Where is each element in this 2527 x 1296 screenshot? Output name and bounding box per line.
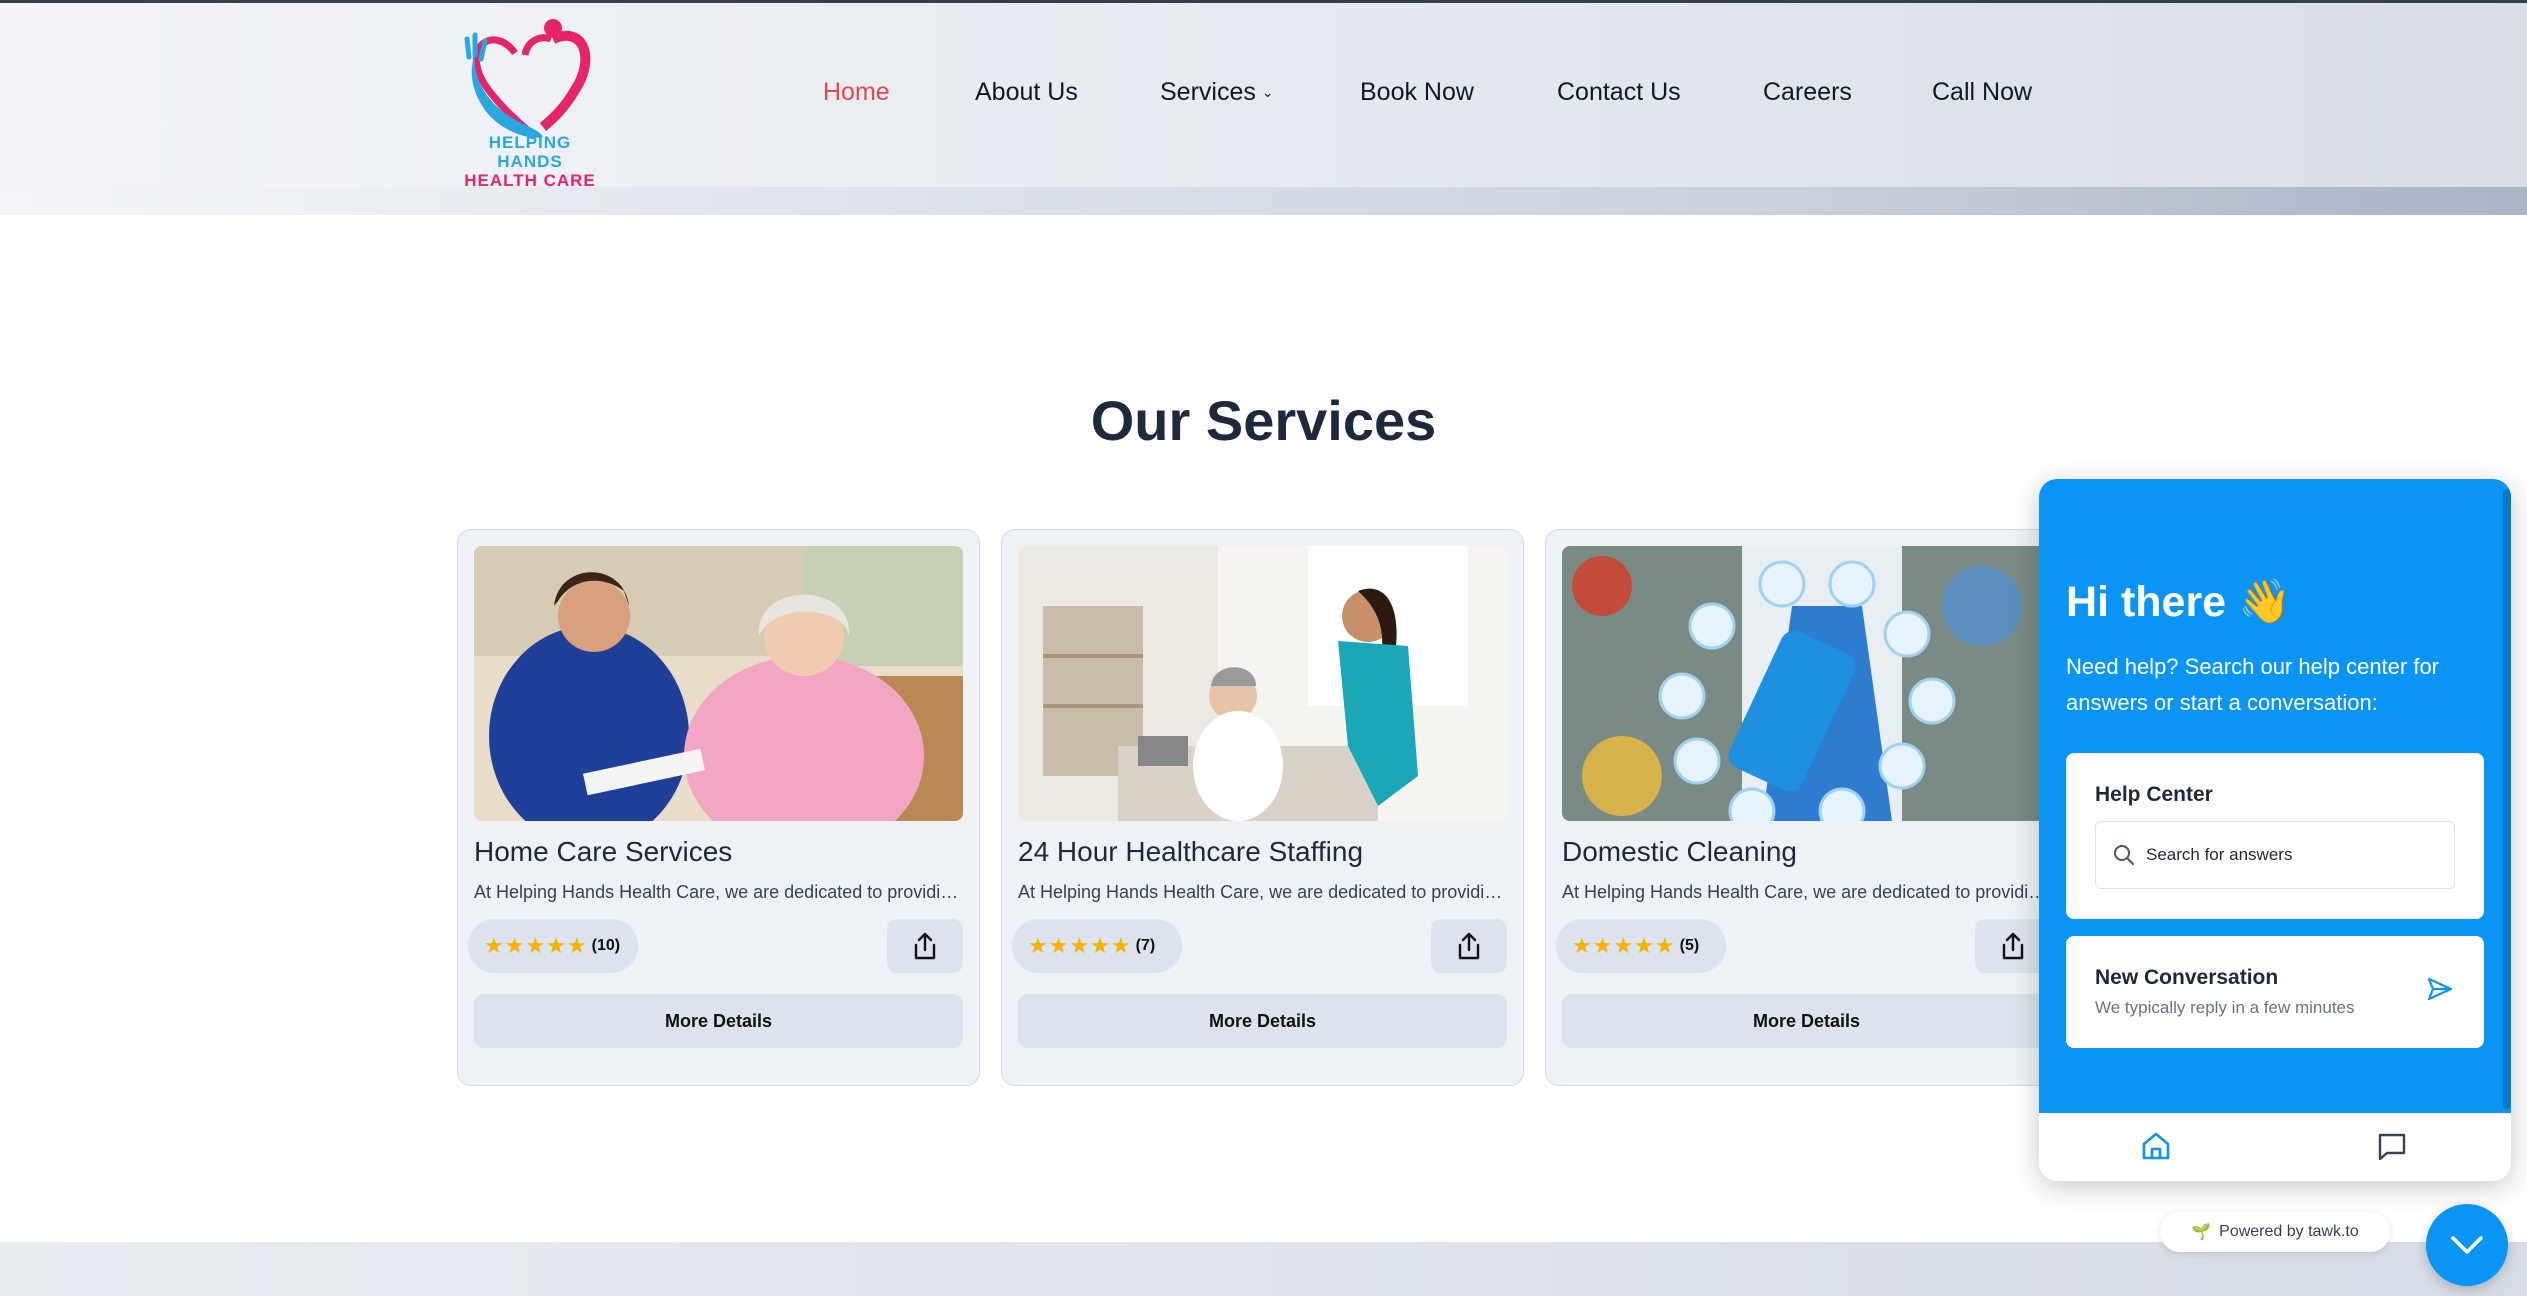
rating-count: (7)	[1135, 937, 1156, 954]
help-center-title: Help Center	[2095, 783, 2213, 806]
card-title: Home Care Services	[474, 836, 733, 867]
nav-about-us[interactable]: About Us	[975, 78, 1078, 107]
service-card: 24 Hour Healthcare Staffing At Helping H…	[1001, 529, 1524, 1086]
nav-call-now[interactable]: Call Now	[1932, 78, 2032, 107]
chat-bubble-icon[interactable]	[2375, 1129, 2409, 1163]
more-details-button[interactable]: More Details	[474, 994, 963, 1048]
chevron-down-icon	[2451, 1236, 2483, 1254]
service-image-home-care[interactable]	[474, 546, 963, 821]
card-description: At Helping Hands Health Care, we are ded…	[1018, 882, 1507, 902]
chevron-down-icon: ⌄	[1261, 84, 1274, 100]
service-image-staffing[interactable]	[1018, 546, 1507, 821]
chat-widget: Hi there 👋 Need help? Search our help ce…	[2039, 479, 2511, 1181]
card-description: At Helping Hands Health Care, we are ded…	[474, 882, 963, 902]
help-center-card: Help Center	[2066, 753, 2484, 919]
tawk-leaf-icon: 🌱	[2191, 1224, 2212, 1241]
card-description: At Helping Hands Health Care, we are ded…	[1562, 882, 2051, 902]
new-conversation-subtitle: We typically reply in a few minutes	[2095, 998, 2355, 1017]
help-center-search[interactable]	[2095, 821, 2455, 889]
nav-book-now[interactable]: Book Now	[1360, 78, 1474, 107]
rating-count: (10)	[591, 937, 621, 954]
star-icons: ★★★★★	[484, 933, 588, 958]
nav-careers[interactable]: Careers	[1763, 78, 1852, 107]
chat-launcher-button[interactable]	[2426, 1204, 2508, 1286]
card-title: 24 Hour Healthcare Staffing	[1018, 836, 1364, 867]
header-band	[0, 187, 2527, 215]
powered-by-text: Powered by tawk.to	[2219, 1223, 2359, 1240]
search-icon	[2114, 845, 2134, 865]
rating-badge: ★★★★★ (5)	[1556, 919, 1726, 973]
service-card: Domestic Cleaning At Helping Hands Healt…	[1545, 529, 2068, 1086]
logo-line-1: HELPING HANDS	[488, 133, 572, 171]
share-icon	[2002, 932, 2024, 960]
chat-scrollbar[interactable]	[2503, 489, 2511, 1109]
chat-greeting: Hi there 👋	[2066, 578, 2292, 626]
service-card: Home Care Services At Helping Hands Heal…	[457, 529, 980, 1086]
chat-tab-bar	[2039, 1113, 2511, 1181]
footer-band	[0, 1242, 2527, 1296]
service-image-cleaning[interactable]	[1562, 546, 2051, 821]
star-icons: ★★★★★	[1572, 933, 1676, 958]
share-button[interactable]	[887, 919, 963, 973]
nav-services-label: Services	[1160, 78, 1256, 106]
send-icon[interactable]	[2426, 976, 2454, 1002]
share-icon	[914, 932, 936, 960]
section-title: Our Services	[1090, 389, 1437, 452]
card-title: Domestic Cleaning	[1562, 836, 1797, 867]
nav-home[interactable]: Home	[823, 78, 890, 107]
star-icons: ★★★★★	[1028, 933, 1132, 958]
home-icon[interactable]	[2139, 1129, 2173, 1163]
logo-wordmark[interactable]: HELPING HANDS HEALTH CARE	[455, 133, 605, 190]
share-icon	[1458, 932, 1480, 960]
rating-count: (5)	[1679, 937, 1700, 954]
new-conversation-title: New Conversation	[2095, 966, 2279, 989]
chat-subtitle: Need help? Search our help center for an…	[2066, 654, 2440, 715]
nav-contact-us[interactable]: Contact Us	[1557, 78, 1681, 107]
logo-line-2: HEALTH CARE	[464, 171, 596, 190]
new-conversation-card[interactable]: New Conversation We typically reply in a…	[2066, 936, 2484, 1048]
nav-services[interactable]: Services ⌄	[1160, 78, 1274, 107]
more-details-button[interactable]: More Details	[1018, 994, 1507, 1048]
rating-badge: ★★★★★ (7)	[1012, 919, 1182, 973]
more-details-button[interactable]: More Details	[1562, 994, 2051, 1048]
rating-badge: ★★★★★ (10)	[468, 919, 638, 973]
share-button[interactable]	[1431, 919, 1507, 973]
search-input[interactable]	[2146, 840, 2436, 870]
powered-by-badge[interactable]: 🌱 Powered by tawk.to	[2160, 1212, 2390, 1252]
